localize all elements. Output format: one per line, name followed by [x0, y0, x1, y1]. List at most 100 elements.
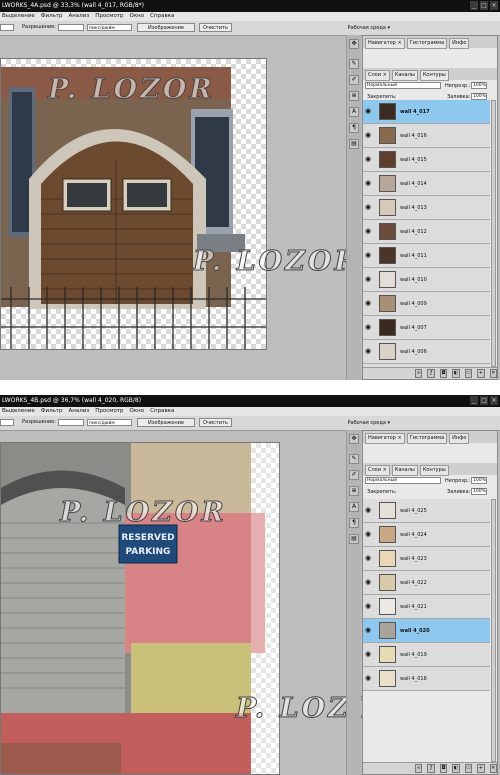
- close-icon[interactable]: ×: [490, 1, 498, 10]
- clone-tool-icon[interactable]: ⊕: [349, 486, 359, 496]
- width-field[interactable]: [0, 24, 14, 31]
- mask-icon[interactable]: ◘: [439, 369, 448, 378]
- clear-button[interactable]: Очистить: [199, 23, 232, 32]
- eye-icon[interactable]: ◉: [365, 252, 372, 259]
- clone-tool-icon[interactable]: ⊕: [349, 91, 359, 101]
- menu-item-view[interactable]: Просмотр: [95, 12, 123, 21]
- eye-icon[interactable]: ◉: [365, 300, 372, 307]
- menu-item-filter[interactable]: Фильтр: [41, 12, 63, 21]
- image-button[interactable]: Изображение: [137, 23, 195, 32]
- layer-row[interactable]: ◉ wall 4_016: [363, 124, 490, 148]
- opacity-input[interactable]: 100%: [471, 82, 487, 89]
- layer-row[interactable]: ◉ wall 4_012: [363, 220, 490, 244]
- eye-icon[interactable]: ◉: [365, 180, 372, 187]
- menu-item-select[interactable]: Выделение: [2, 12, 35, 21]
- menu-item-help[interactable]: Справка: [150, 407, 174, 416]
- brush-tool-icon[interactable]: ✐: [349, 75, 359, 85]
- units-select[interactable]: пикс/дюйм: [87, 24, 132, 31]
- menu-item-help[interactable]: Справка: [150, 12, 174, 21]
- clear-button[interactable]: Очистить: [199, 418, 232, 427]
- menu-item-view[interactable]: Просмотр: [95, 407, 123, 416]
- folder-icon[interactable]: ▭: [464, 764, 473, 773]
- eye-icon[interactable]: ◉: [365, 156, 372, 163]
- tab-histogram[interactable]: Гистограмма: [406, 38, 448, 49]
- eye-icon[interactable]: ◉: [365, 324, 372, 331]
- layers-scrollbar[interactable]: [491, 499, 496, 762]
- layer-row[interactable]: ◉ wall 4_010: [363, 268, 490, 292]
- fill-input[interactable]: 100%: [471, 488, 487, 495]
- layer-row[interactable]: ◉ wall 4_017: [363, 100, 490, 124]
- brush-tool-icon[interactable]: ✐: [349, 470, 359, 480]
- layer-row[interactable]: ◉ wall 4_013: [363, 196, 490, 220]
- fx-icon[interactable]: ƒ: [427, 369, 435, 378]
- layer-row[interactable]: ◉ wall 4_025: [363, 499, 490, 523]
- layer-row[interactable]: ◉ wall 4_015: [363, 148, 490, 172]
- layer-row[interactable]: ◉ wall 4_019: [363, 643, 490, 667]
- adjustment-icon[interactable]: ◐: [452, 369, 460, 378]
- tab-layers[interactable]: Слои ×: [365, 465, 390, 476]
- layer-row[interactable]: ◉ wall 4_006: [363, 340, 490, 364]
- workspace-switcher[interactable]: Рабочая среда ▾: [348, 420, 390, 426]
- image-button[interactable]: Изображение: [137, 418, 195, 427]
- paragraph-tool-icon[interactable]: ¶: [349, 518, 359, 528]
- maximize-icon[interactable]: □: [480, 396, 488, 405]
- adjust-tool-icon[interactable]: ✎: [349, 59, 359, 69]
- width-field[interactable]: [0, 419, 14, 426]
- tab-navigator[interactable]: Навигатор ×: [365, 38, 405, 49]
- blend-mode-select[interactable]: Нормальный: [365, 477, 441, 484]
- layer-row[interactable]: ◉ wall 4_023: [363, 547, 490, 571]
- eye-icon[interactable]: ◉: [365, 276, 372, 283]
- blend-mode-select[interactable]: Нормальный: [365, 82, 441, 89]
- tab-navigator[interactable]: Навигатор ×: [365, 433, 405, 444]
- navigator-tool-icon[interactable]: ✥: [349, 39, 359, 49]
- tab-channels[interactable]: Каналы: [391, 70, 418, 81]
- opacity-input[interactable]: 100%: [471, 477, 487, 484]
- layer-row[interactable]: ◉ wall 4_020: [363, 619, 490, 643]
- menu-item-window[interactable]: Окно: [130, 12, 145, 21]
- tab-paths[interactable]: Контуры: [419, 465, 449, 476]
- layer-row[interactable]: ◉ wall 4_022: [363, 571, 490, 595]
- maximize-icon[interactable]: □: [480, 1, 488, 10]
- navigator-tool-icon[interactable]: ✥: [349, 434, 359, 444]
- folder-icon[interactable]: ▭: [464, 369, 473, 378]
- link-icon[interactable]: ∞: [415, 764, 423, 773]
- menu-item-select[interactable]: Выделение: [2, 407, 35, 416]
- tab-paths[interactable]: Контуры: [419, 70, 449, 81]
- eye-icon[interactable]: ◉: [365, 555, 372, 562]
- character-tool-icon[interactable]: A: [349, 502, 359, 512]
- layer-row[interactable]: ◉ wall 4_009: [363, 292, 490, 316]
- workspace-switcher[interactable]: Рабочая среда ▾: [348, 25, 390, 31]
- layer-row[interactable]: ◉ wall 4_024: [363, 523, 490, 547]
- tab-histogram[interactable]: Гистограмма: [406, 433, 448, 444]
- eye-icon[interactable]: ◉: [365, 132, 372, 139]
- layer-row[interactable]: ◉ wall 4_018: [363, 667, 490, 691]
- eye-icon[interactable]: ◉: [365, 531, 372, 538]
- mask-icon[interactable]: ◘: [439, 764, 448, 773]
- tab-info[interactable]: Инфо: [449, 38, 470, 49]
- menu-item-filter[interactable]: Фильтр: [41, 407, 63, 416]
- units-select[interactable]: пикс/дюйм: [87, 419, 132, 426]
- fx-icon[interactable]: ƒ: [427, 764, 435, 773]
- close-icon[interactable]: ×: [490, 396, 498, 405]
- adjustment-icon[interactable]: ◐: [452, 764, 460, 773]
- menu-item-analysis[interactable]: Анализ: [69, 12, 90, 21]
- eye-icon[interactable]: ◉: [365, 675, 372, 682]
- layer-row[interactable]: ◉ wall 4_021: [363, 595, 490, 619]
- tab-channels[interactable]: Каналы: [391, 465, 418, 476]
- menu-item-window[interactable]: Окно: [130, 407, 145, 416]
- trash-icon[interactable]: ✕: [489, 369, 497, 378]
- resolution-input[interactable]: [58, 419, 84, 426]
- menu-item-analysis[interactable]: Анализ: [69, 407, 90, 416]
- new-layer-icon[interactable]: +: [477, 369, 485, 378]
- document-canvas[interactable]: RESERVED PARKING: [0, 442, 280, 775]
- eye-icon[interactable]: ◉: [365, 651, 372, 658]
- eye-icon[interactable]: ◉: [365, 603, 372, 610]
- eye-icon[interactable]: ◉: [365, 108, 372, 115]
- layer-row[interactable]: ◉ wall 4_014: [363, 172, 490, 196]
- tab-layers[interactable]: Слои ×: [365, 70, 390, 81]
- trash-icon[interactable]: ✕: [489, 764, 497, 773]
- adjust-tool-icon[interactable]: ✎: [349, 454, 359, 464]
- eye-icon[interactable]: ◉: [365, 348, 372, 355]
- layer-comps-icon[interactable]: ▤: [349, 139, 359, 149]
- character-tool-icon[interactable]: A: [349, 107, 359, 117]
